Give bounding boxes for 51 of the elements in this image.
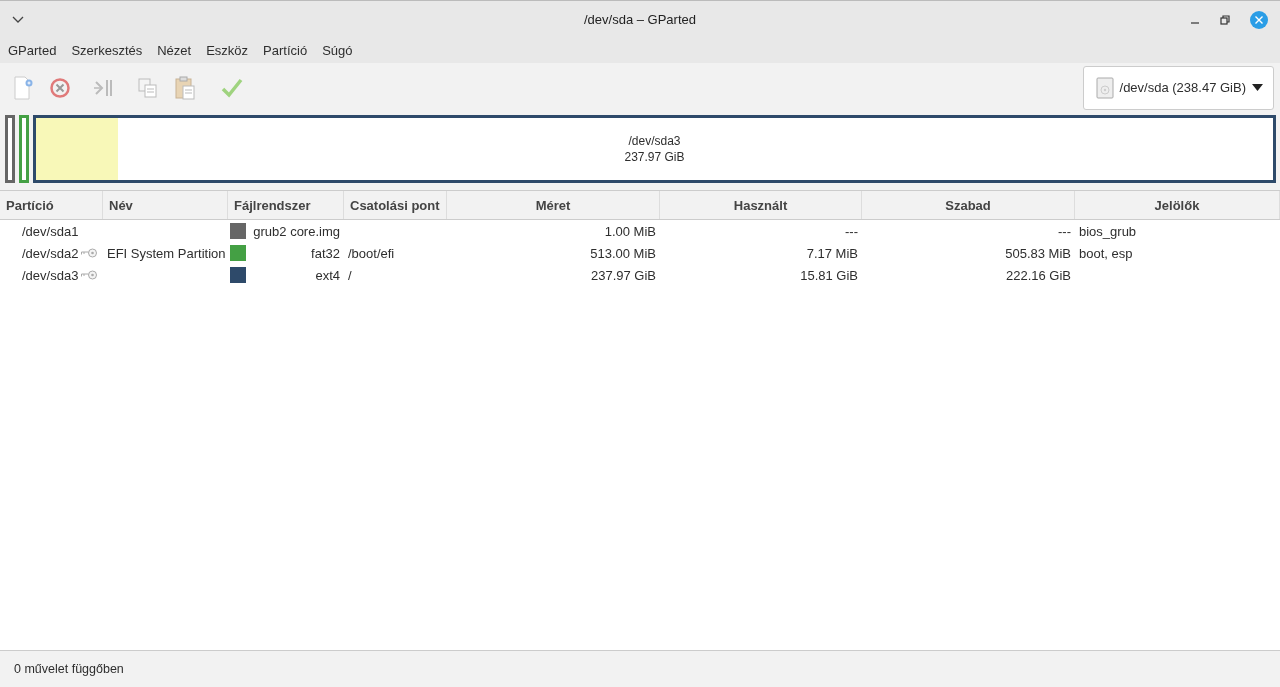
restore-icon[interactable] xyxy=(1220,14,1230,25)
free-text: --- xyxy=(1058,223,1071,239)
menu-item[interactable]: Szerkesztés xyxy=(71,43,143,58)
used-text: 7.17 MiB xyxy=(806,245,858,261)
column-header[interactable]: Csatolási pont xyxy=(344,191,447,219)
paste-icon[interactable] xyxy=(174,75,196,100)
menu-item[interactable]: Partíció xyxy=(263,43,308,58)
column-header[interactable]: Név xyxy=(103,191,228,219)
size-text: 513.00 MiB xyxy=(590,245,656,261)
size-text: 237.97 GiB xyxy=(590,267,656,283)
menu-item[interactable]: Nézet xyxy=(157,43,192,58)
partition-label: /dev/sda3 xyxy=(628,133,681,149)
partition-path: /dev/sda3 xyxy=(22,267,79,283)
menu-item[interactable]: Eszköz xyxy=(206,43,249,58)
column-header[interactable]: Partíció xyxy=(0,191,103,219)
copy-icon[interactable] xyxy=(137,76,159,99)
used-text: 15.81 GiB xyxy=(800,267,858,283)
free-text: 222.16 GiB xyxy=(1005,267,1071,283)
column-header[interactable]: Szabad xyxy=(862,191,1075,219)
flags-text: boot, esp xyxy=(1079,245,1133,261)
size-text: 1.00 MiB xyxy=(604,223,656,239)
close-icon[interactable] xyxy=(1250,10,1268,29)
partition-segment[interactable] xyxy=(19,115,29,183)
window-title: /dev/sda – GParted xyxy=(584,12,696,27)
chevron-down-icon[interactable] xyxy=(12,15,24,24)
filesystem-text: ext4 xyxy=(315,267,340,283)
partition-size: 237.97 GiB xyxy=(624,149,685,165)
device-dropdown[interactable]: /dev/sda (238.47 GiB) xyxy=(1082,65,1274,110)
used-text: --- xyxy=(845,223,858,239)
column-header[interactable]: Fájlrendszer xyxy=(228,191,344,219)
mount-point-text: / xyxy=(348,267,352,283)
status-text: 0 művelet függőben xyxy=(14,662,124,676)
column-header[interactable]: Jelölők xyxy=(1075,191,1280,219)
filesystem-text: fat32 xyxy=(311,245,340,261)
delete-icon[interactable] xyxy=(49,76,71,99)
column-header[interactable]: Méret xyxy=(447,191,660,219)
mount-point-text: /boot/efi xyxy=(348,245,395,261)
partition-path: /dev/sda1 xyxy=(22,223,79,239)
menu-item[interactable]: GParted xyxy=(8,43,57,58)
checkmark-icon[interactable] xyxy=(221,76,243,99)
free-text: 505.83 MiB xyxy=(1005,245,1071,261)
partition-name: EFI System Partition xyxy=(107,245,226,261)
caret-icon xyxy=(1252,84,1263,91)
flags-text: bios_grub xyxy=(1079,223,1137,239)
filesystem-text: grub2 core.img xyxy=(253,223,340,239)
menu-item[interactable]: Súgó xyxy=(322,43,353,58)
partition-path: /dev/sda2 xyxy=(22,245,79,261)
new-document-icon[interactable] xyxy=(12,75,34,100)
partition-segment[interactable]: /dev/sda3 237.97 GiB xyxy=(33,115,1276,183)
partition-segment[interactable] xyxy=(5,115,15,183)
column-header[interactable]: Használt xyxy=(660,191,862,219)
